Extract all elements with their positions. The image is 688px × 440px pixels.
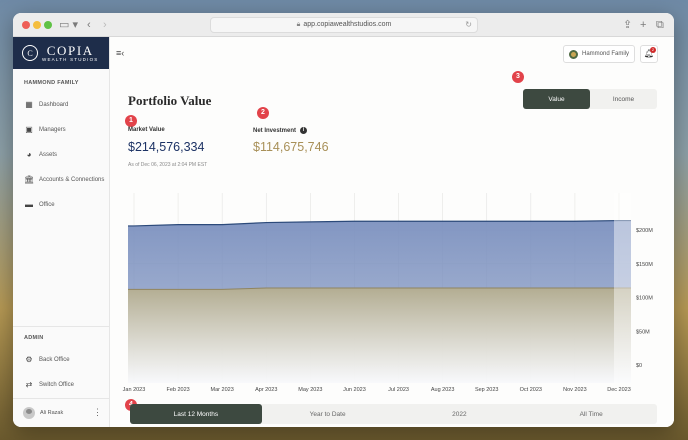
x-tick-label: Jul 2023 bbox=[388, 387, 409, 393]
sidebar-item-managers[interactable]: ▣ Managers bbox=[13, 117, 109, 142]
sidebar-item-dashboard[interactable]: ▦ Dashboard bbox=[13, 92, 109, 117]
admin-section-label: ADMIN bbox=[24, 335, 44, 341]
brand-logo[interactable]: C COPIA WEALTH STUDIOS bbox=[13, 37, 109, 69]
y-tick-label: $50M bbox=[636, 329, 650, 335]
sidebar-toggle-icon[interactable]: ▭ ▾ bbox=[59, 17, 78, 33]
family-name: Hammond Family bbox=[582, 51, 630, 57]
current-period-highlight bbox=[614, 193, 631, 383]
sidebar-item-label: Switch Office bbox=[39, 381, 74, 388]
x-tick-label: Nov 2023 bbox=[563, 387, 587, 393]
url-text: app.copiawealthstudios.com bbox=[303, 21, 392, 28]
bank-icon: 🏛︎ bbox=[24, 175, 35, 184]
more-options-icon[interactable]: ⋮ bbox=[93, 408, 102, 417]
sidebar-item-label: Assets bbox=[39, 151, 58, 158]
x-tick-label: Aug 2023 bbox=[431, 387, 455, 393]
browser-toolbar: ▭ ▾ ‹ › 🔒︎ app.copiawealthstudios.com ↻ ⇪… bbox=[13, 13, 674, 37]
close-window-button[interactable] bbox=[22, 21, 30, 29]
range-last-12-months[interactable]: Last 12 Months bbox=[130, 404, 262, 424]
y-tick-label: $200M bbox=[636, 228, 653, 234]
x-tick-label: Feb 2023 bbox=[166, 387, 189, 393]
brand-mark-icon: C bbox=[22, 45, 38, 61]
collapse-menu-icon[interactable]: ≡‹ bbox=[116, 48, 124, 58]
brand-subtitle: WEALTH STUDIOS bbox=[42, 56, 99, 62]
brand-name: COPIA bbox=[46, 42, 94, 58]
value-income-toggle: Value Income bbox=[523, 89, 657, 109]
x-tick-label: Jan 2023 bbox=[123, 387, 146, 393]
x-tick-label: Apr 2023 bbox=[255, 387, 277, 393]
x-tick-label: Oct 2023 bbox=[520, 387, 542, 393]
x-tick-label: Jun 2023 bbox=[343, 387, 366, 393]
callout-marker-1: 1 bbox=[125, 115, 137, 127]
income-toggle-button[interactable]: Income bbox=[590, 89, 657, 109]
reload-icon[interactable]: ↻ bbox=[465, 18, 472, 32]
x-tick-label: Dec 2023 bbox=[607, 387, 631, 393]
tabs-overview-icon[interactable]: ⧉ bbox=[656, 17, 664, 33]
family-avatar-icon bbox=[569, 49, 578, 59]
sidebar: C COPIA WEALTH STUDIOS HAMMOND FAMILY ▦ … bbox=[13, 37, 110, 427]
portfolio-value-chart: $0 $50M $100M $150M $200M Jan 2023 Feb 2023 Mar… bbox=[123, 193, 653, 393]
user-name: Ali Razak bbox=[40, 410, 64, 416]
briefcase-icon: ▬ bbox=[25, 200, 33, 209]
share-icon[interactable]: ⇪ bbox=[623, 17, 632, 33]
range-2022[interactable]: 2022 bbox=[394, 404, 526, 424]
sidebar-item-label: Back Office bbox=[39, 356, 70, 363]
net-investment-label: Net Investment bbox=[253, 128, 297, 134]
y-tick-label: $0 bbox=[636, 363, 642, 369]
page-title: Portfolio Value bbox=[128, 93, 212, 108]
sidebar-item-office[interactable]: ▬ Office bbox=[13, 192, 109, 217]
x-tick-label: Mar 2023 bbox=[211, 387, 234, 393]
avatar bbox=[23, 407, 35, 419]
family-selector[interactable]: Hammond Family bbox=[563, 45, 635, 63]
market-value-label: Market Value bbox=[128, 127, 165, 133]
info-icon[interactable]: i bbox=[300, 127, 308, 134]
main-content: ≡‹ Hammond Family 🔔︎ 2 1 2 3 4 Portfolio… bbox=[110, 37, 674, 427]
sidebar-item-assets[interactable]: ◕ Assets bbox=[13, 142, 109, 167]
sidebar-item-accounts[interactable]: 🏛︎ Accounts & Connections bbox=[13, 167, 109, 192]
y-tick-label: $150M bbox=[636, 262, 653, 268]
x-tick-label: Sep 2023 bbox=[475, 387, 499, 393]
sidebar-item-label: Managers bbox=[39, 126, 66, 133]
user-profile[interactable]: Ali Razak ⋮ bbox=[13, 398, 110, 427]
notification-badge: 2 bbox=[650, 47, 656, 53]
net-investment-area bbox=[128, 288, 631, 383]
net-investment-label-row: Net Investment i bbox=[253, 127, 308, 134]
grid-icon: ▦ bbox=[25, 100, 33, 109]
callout-marker-2: 2 bbox=[257, 107, 269, 119]
callout-marker-3: 3 bbox=[512, 71, 524, 83]
gear-icon: ⚙ bbox=[25, 355, 33, 364]
contacts-icon: ▣ bbox=[25, 125, 33, 134]
sidebar-item-back-office[interactable]: ⚙ Back Office bbox=[13, 347, 110, 372]
lock-icon: 🔒︎ bbox=[296, 21, 301, 28]
sidebar-item-switch-office[interactable]: ⇄ Switch Office bbox=[13, 372, 110, 397]
market-value: $214,576,334 bbox=[128, 140, 205, 154]
as-of-timestamp: As of Dec 06, 2023 at 2:04 PM EST bbox=[128, 162, 208, 168]
pie-icon: ◕ bbox=[26, 150, 32, 159]
forward-icon[interactable]: › bbox=[103, 17, 107, 33]
x-tick-label: May 2023 bbox=[298, 387, 322, 393]
sidebar-item-label: Accounts & Connections bbox=[39, 176, 105, 183]
zoom-window-button[interactable] bbox=[44, 21, 52, 29]
admin-section: ADMIN ⚙ Back Office ⇄ Switch Office bbox=[13, 326, 110, 397]
range-all-time[interactable]: All Time bbox=[525, 404, 657, 424]
new-tab-icon[interactable]: + bbox=[640, 17, 646, 33]
sidebar-item-label: Office bbox=[39, 201, 55, 208]
switch-icon: ⇄ bbox=[25, 380, 33, 389]
address-bar[interactable]: 🔒︎ app.copiawealthstudios.com ↻ bbox=[210, 17, 478, 33]
time-range-selector: Last 12 Months Year to Date 2022 All Tim… bbox=[130, 404, 657, 424]
notifications-button[interactable]: 🔔︎ 2 bbox=[640, 45, 658, 63]
minimize-window-button[interactable] bbox=[33, 21, 41, 29]
range-year-to-date[interactable]: Year to Date bbox=[262, 404, 394, 424]
y-tick-label: $100M bbox=[636, 296, 653, 302]
back-icon[interactable]: ‹ bbox=[87, 17, 91, 33]
sidebar-item-label: Dashboard bbox=[39, 101, 69, 108]
family-section-label: HAMMOND FAMILY bbox=[24, 80, 79, 86]
net-investment-value: $114,675,746 bbox=[253, 140, 329, 154]
value-toggle-button[interactable]: Value bbox=[523, 89, 590, 109]
browser-window: ▭ ▾ ‹ › 🔒︎ app.copiawealthstudios.com ↻ ⇪… bbox=[13, 13, 674, 427]
